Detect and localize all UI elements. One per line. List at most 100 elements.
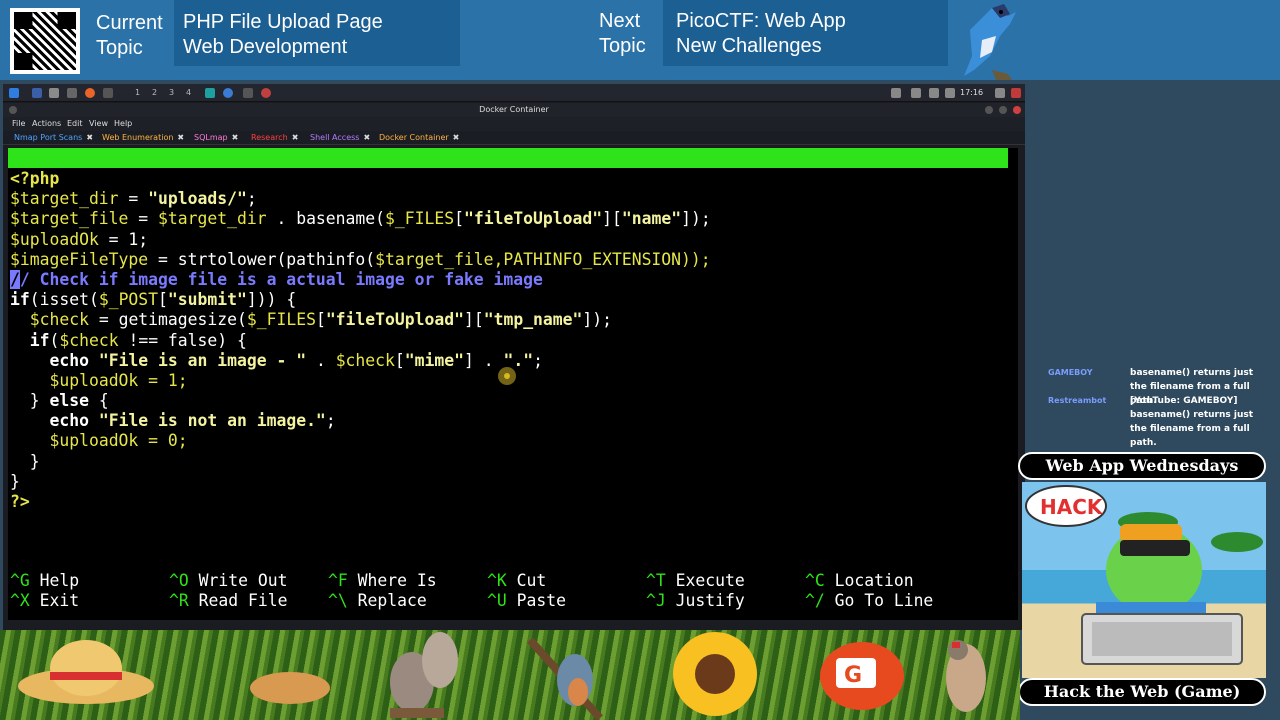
tab-web-enumeration[interactable]: Web Enumeration ✖: [102, 133, 184, 142]
tab-docker-container[interactable]: Docker Container ✖: [379, 133, 459, 142]
files-icon[interactable]: [49, 88, 59, 98]
app-icon-2[interactable]: [205, 88, 215, 98]
nano-editor[interactable]: GNU nano 8.4 upload.php * <?php $target_…: [8, 148, 1018, 620]
code-line: $check = getimagesize($_FILES["fileToUpl…: [29, 310, 613, 330]
terminal-icon-2[interactable]: [243, 88, 253, 98]
close-tab-icon[interactable]: ✖: [177, 133, 184, 142]
power-icon[interactable]: [1011, 88, 1021, 98]
mouse-pointer-icon: [498, 367, 516, 385]
lock-icon[interactable]: [945, 88, 955, 98]
user-icon[interactable]: [995, 88, 1005, 98]
game-title-badge: Hack the Web (Game): [1018, 678, 1266, 706]
workspace-1[interactable]: 1: [135, 88, 140, 97]
current-topic-line1: PHP File Upload Page: [183, 11, 383, 33]
close-tab-icon[interactable]: ✖: [232, 133, 239, 142]
code-line: }: [10, 471, 20, 491]
tab-shell-access[interactable]: Shell Access ✖: [310, 133, 370, 142]
text-cursor: /: [10, 269, 20, 289]
show-title-badge: Web App Wednesdays: [1018, 452, 1266, 480]
volume-icon[interactable]: [911, 88, 921, 98]
current-topic-label: Current Topic: [96, 12, 163, 59]
shortcut-where-is[interactable]: ^F Where Is: [328, 571, 437, 591]
shortcut-cut[interactable]: ^K Cut: [487, 571, 546, 591]
workspace-3[interactable]: 3: [169, 88, 174, 97]
notification-icon[interactable]: [929, 88, 939, 98]
next-topic-box: PicoCTF: Web App New Challenges: [663, 0, 948, 66]
next-topic-label: Next Topic: [599, 10, 646, 57]
window-menu-icon[interactable]: [9, 106, 17, 114]
code-line: echo "File is not an image.";: [49, 411, 336, 431]
menu-actions[interactable]: Actions: [32, 119, 61, 128]
code-line: if(isset($_POST["submit"])) {: [10, 290, 297, 310]
frog-hacker-illustration: HACK: [1022, 482, 1266, 678]
peanut-icon: [250, 672, 330, 704]
app-icon-3[interactable]: [261, 88, 271, 98]
code-line: if($check !== false) {: [29, 330, 247, 350]
menu-bar: File Actions Edit View Help: [3, 117, 1025, 131]
code-line: // Check if image file is a actual image…: [10, 269, 543, 289]
shortcut-paste[interactable]: ^U Paste: [487, 591, 566, 611]
display-icon[interactable]: [891, 88, 901, 98]
straw-hat-icon: [18, 640, 154, 704]
code-line: $uploadOk = 1;: [10, 229, 149, 249]
shortcut-replace[interactable]: ^\ Replace: [328, 591, 427, 611]
tab-nmap-port-scans[interactable]: Nmap Port Scans ✖: [14, 133, 93, 142]
current-topic-box: PHP File Upload Page Web Development: [174, 0, 460, 66]
qr-code: [10, 8, 80, 74]
tab-sqlmap[interactable]: SQLmap ✖: [194, 133, 238, 142]
nano-header: GNU nano 8.4 upload.php *: [8, 148, 1008, 207]
close-tab-icon[interactable]: ✖: [363, 133, 370, 142]
shortcut-help[interactable]: ^G Help: [10, 571, 79, 591]
code-line: $target_dir = "uploads/";: [10, 189, 257, 209]
menu-view[interactable]: View: [89, 119, 108, 128]
terminal-icon[interactable]: [67, 88, 77, 98]
maximize-icon[interactable]: [999, 106, 1007, 114]
menu-help[interactable]: Help: [114, 119, 132, 128]
chat-message: [YouTube: GAMEBOY] basename() returns ju…: [1130, 396, 1254, 448]
editor-icon[interactable]: [103, 88, 113, 98]
menu-edit[interactable]: Edit: [67, 119, 83, 128]
code-line: $imageFileType = strtolower(pathinfo($ta…: [10, 249, 711, 269]
code-line: } else {: [29, 391, 109, 411]
blue-jay-icon: [964, 4, 1016, 80]
browser-icon[interactable]: [223, 88, 233, 98]
stream-banner: Current Topic PHP File Upload Page Web D…: [0, 0, 1280, 80]
woodpecker-icon: [946, 640, 986, 712]
sunflower-icon: [673, 632, 757, 716]
bottom-decoration: G: [0, 630, 1020, 720]
menu-file[interactable]: File: [12, 119, 25, 128]
clock: 17:16: [960, 88, 984, 97]
squirrel-icon: [390, 632, 458, 718]
chat-username: GAMEBOY: [1048, 368, 1093, 377]
code-line: $uploadOk = 0;: [49, 431, 188, 451]
firefox-icon[interactable]: [85, 88, 95, 98]
kali-menu-icon[interactable]: [9, 88, 19, 98]
code-buffer[interactable]: <?php $target_dir = "uploads/"; $target_…: [10, 169, 711, 512]
code-line: }: [29, 451, 40, 471]
tab-research[interactable]: Research ✖: [251, 133, 298, 142]
close-tab-icon[interactable]: ✖: [453, 133, 460, 142]
code-line: echo "File is an image - " . $check["mim…: [49, 350, 543, 370]
shortcut-location[interactable]: ^C Location: [805, 571, 914, 591]
workspace-2[interactable]: 2: [152, 88, 157, 97]
app-icon[interactable]: [32, 88, 42, 98]
shortcut-exit[interactable]: ^X Exit: [10, 591, 79, 611]
code-line: <?php: [10, 169, 60, 188]
taskbar: 1 2 3 4 17:16: [3, 84, 1025, 102]
terminal-tabs: Nmap Port Scans ✖ Web Enumeration ✖ SQLmap…: [3, 131, 1025, 145]
shortcut-justify[interactable]: ^J Justify: [646, 591, 745, 611]
workspace-4[interactable]: 4: [186, 88, 191, 97]
window-titlebar[interactable]: Docker Container: [3, 103, 1025, 117]
code-line: ?>: [10, 492, 30, 511]
close-tab-icon[interactable]: ✖: [86, 133, 93, 142]
next-topic-line1: PicoCTF: Web App: [676, 10, 846, 32]
close-tab-icon[interactable]: ✖: [292, 133, 299, 142]
shortcut-write-out[interactable]: ^O Write Out: [169, 571, 287, 591]
shortcut-read-file[interactable]: ^R Read File: [169, 591, 287, 611]
shortcut-go-to-line[interactable]: ^/ Go To Line: [805, 591, 933, 611]
close-icon[interactable]: [1013, 106, 1021, 114]
next-topic-line2: New Challenges: [676, 35, 822, 57]
minimize-icon[interactable]: [985, 106, 993, 114]
code-line: $uploadOk = 1;: [49, 370, 188, 390]
shortcut-execute[interactable]: ^T Execute: [646, 571, 745, 591]
